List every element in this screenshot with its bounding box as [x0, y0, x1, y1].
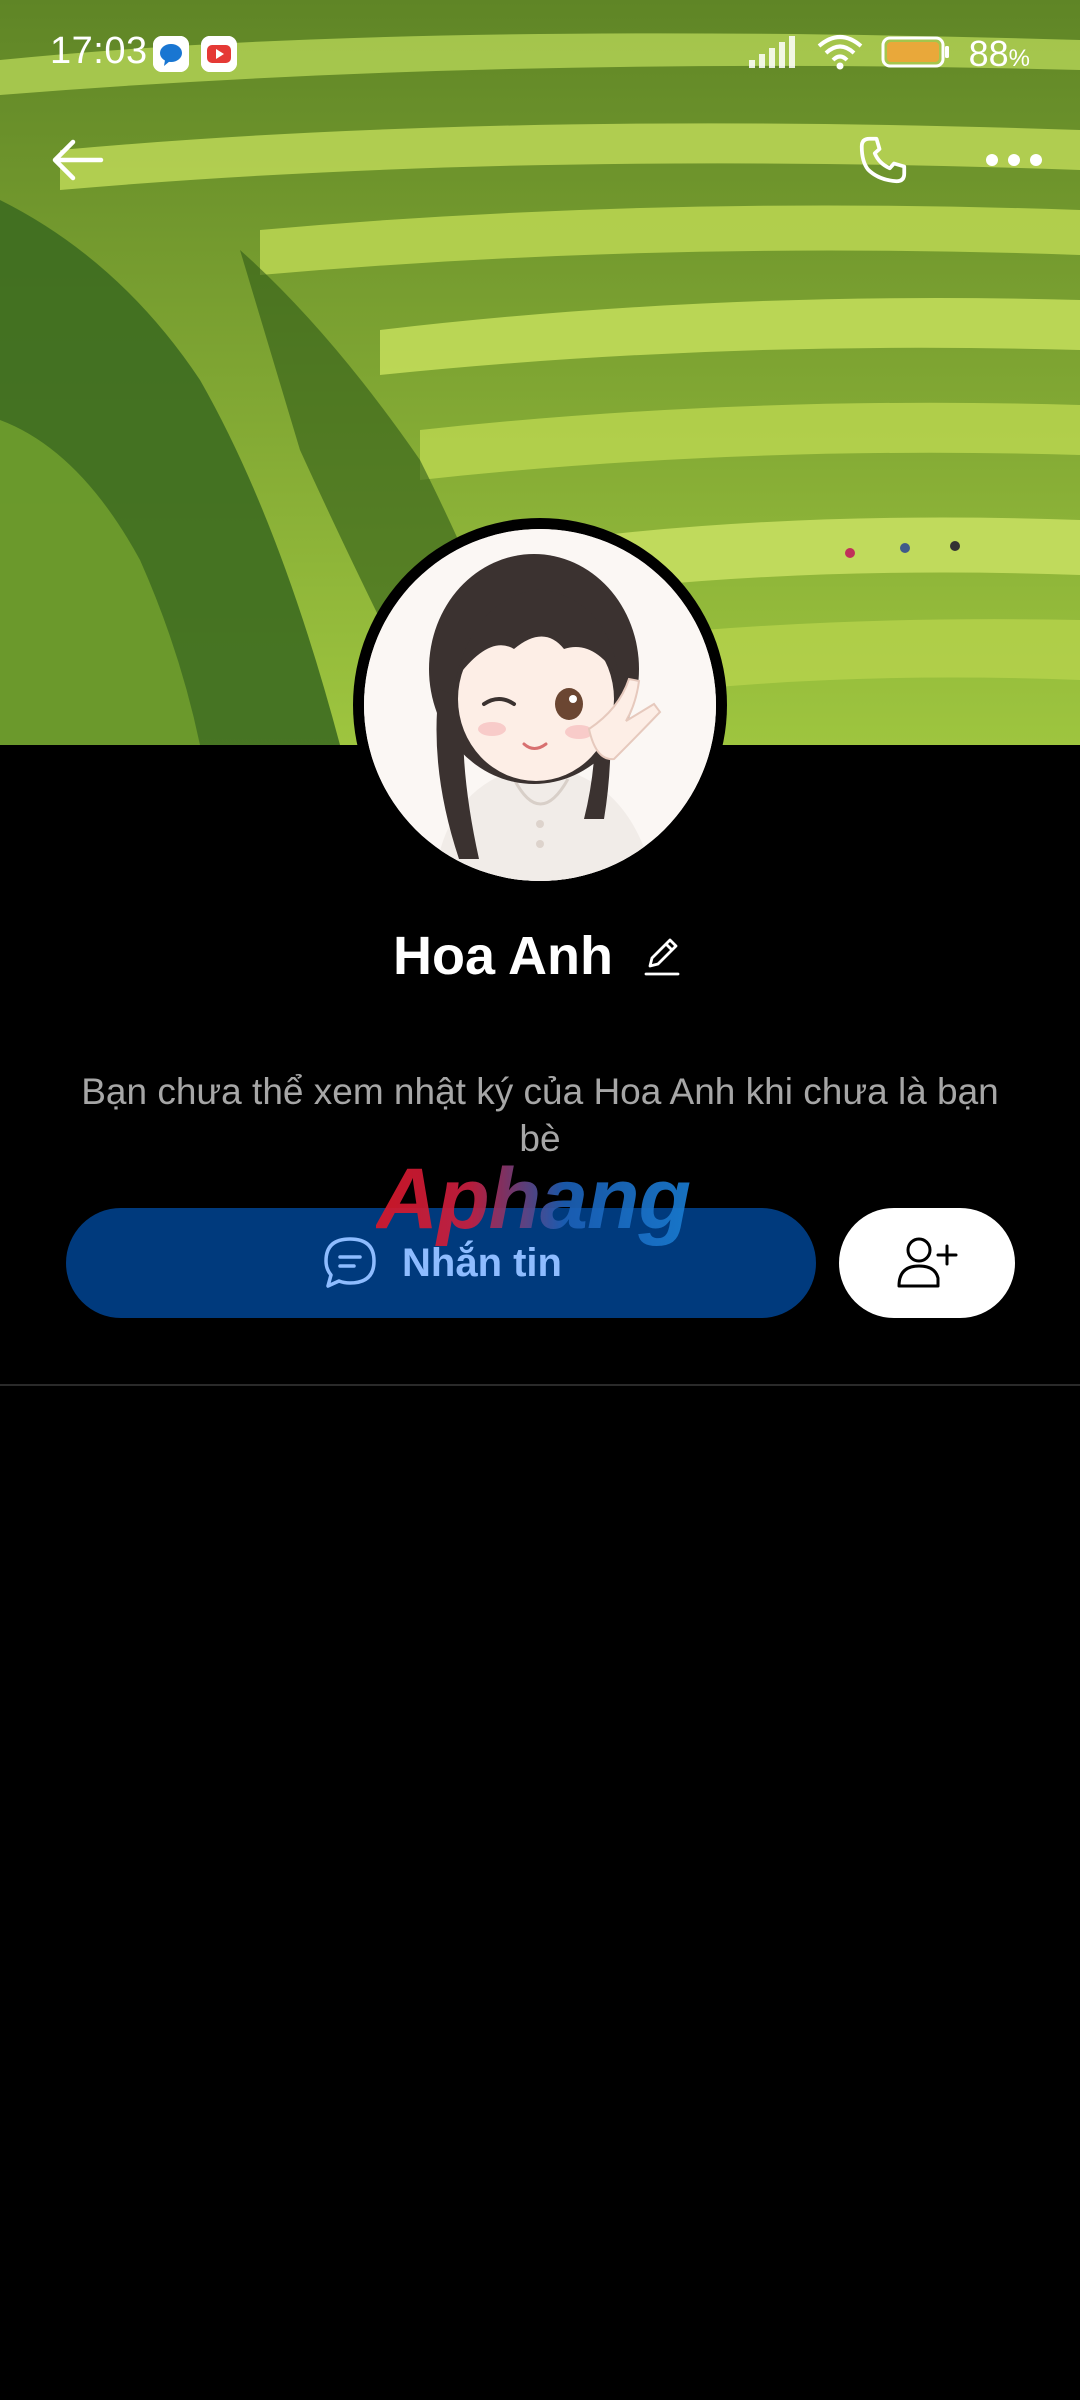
signal-icon — [748, 35, 799, 73]
messenger-icon — [153, 36, 189, 72]
avatar-illustration — [364, 529, 716, 881]
back-button[interactable] — [42, 125, 112, 195]
diary-restricted-notice: Bạn chưa thể xem nhật ký của Hoa Anh khi… — [81, 1071, 999, 1159]
more-button[interactable] — [979, 125, 1049, 195]
status-bar: 17:03 88% — [0, 0, 1080, 110]
status-right: 88% — [748, 30, 1030, 78]
call-button[interactable] — [848, 125, 918, 195]
status-time: 17:03 — [50, 30, 148, 72]
phone-icon — [859, 136, 907, 184]
youtube-icon — [201, 36, 237, 72]
battery-unit: % — [1008, 45, 1030, 72]
avatar-frame[interactable] — [353, 518, 727, 892]
battery-icon — [881, 35, 951, 74]
avatar[interactable] — [364, 529, 716, 881]
message-button-label: Nhắn tin — [402, 1240, 562, 1285]
edit-name-button[interactable] — [637, 931, 687, 981]
pencil-icon — [644, 938, 680, 976]
add-friend-icon — [897, 1237, 958, 1288]
section-divider — [0, 1384, 1080, 1386]
profile-name: Hoa Anh — [393, 926, 613, 986]
arrow-left-icon — [52, 139, 104, 181]
add-friend-button[interactable] — [839, 1208, 1015, 1318]
wifi-icon — [817, 34, 863, 75]
more-dots-icon — [986, 154, 1042, 166]
battery-percent: 88% — [969, 33, 1030, 75]
battery-value: 88 — [968, 33, 1009, 74]
message-button[interactable]: Nhắn tin — [66, 1208, 816, 1318]
profile-name-row: Hoa Anh — [0, 925, 1080, 987]
chat-bubble-icon — [324, 1237, 376, 1288]
